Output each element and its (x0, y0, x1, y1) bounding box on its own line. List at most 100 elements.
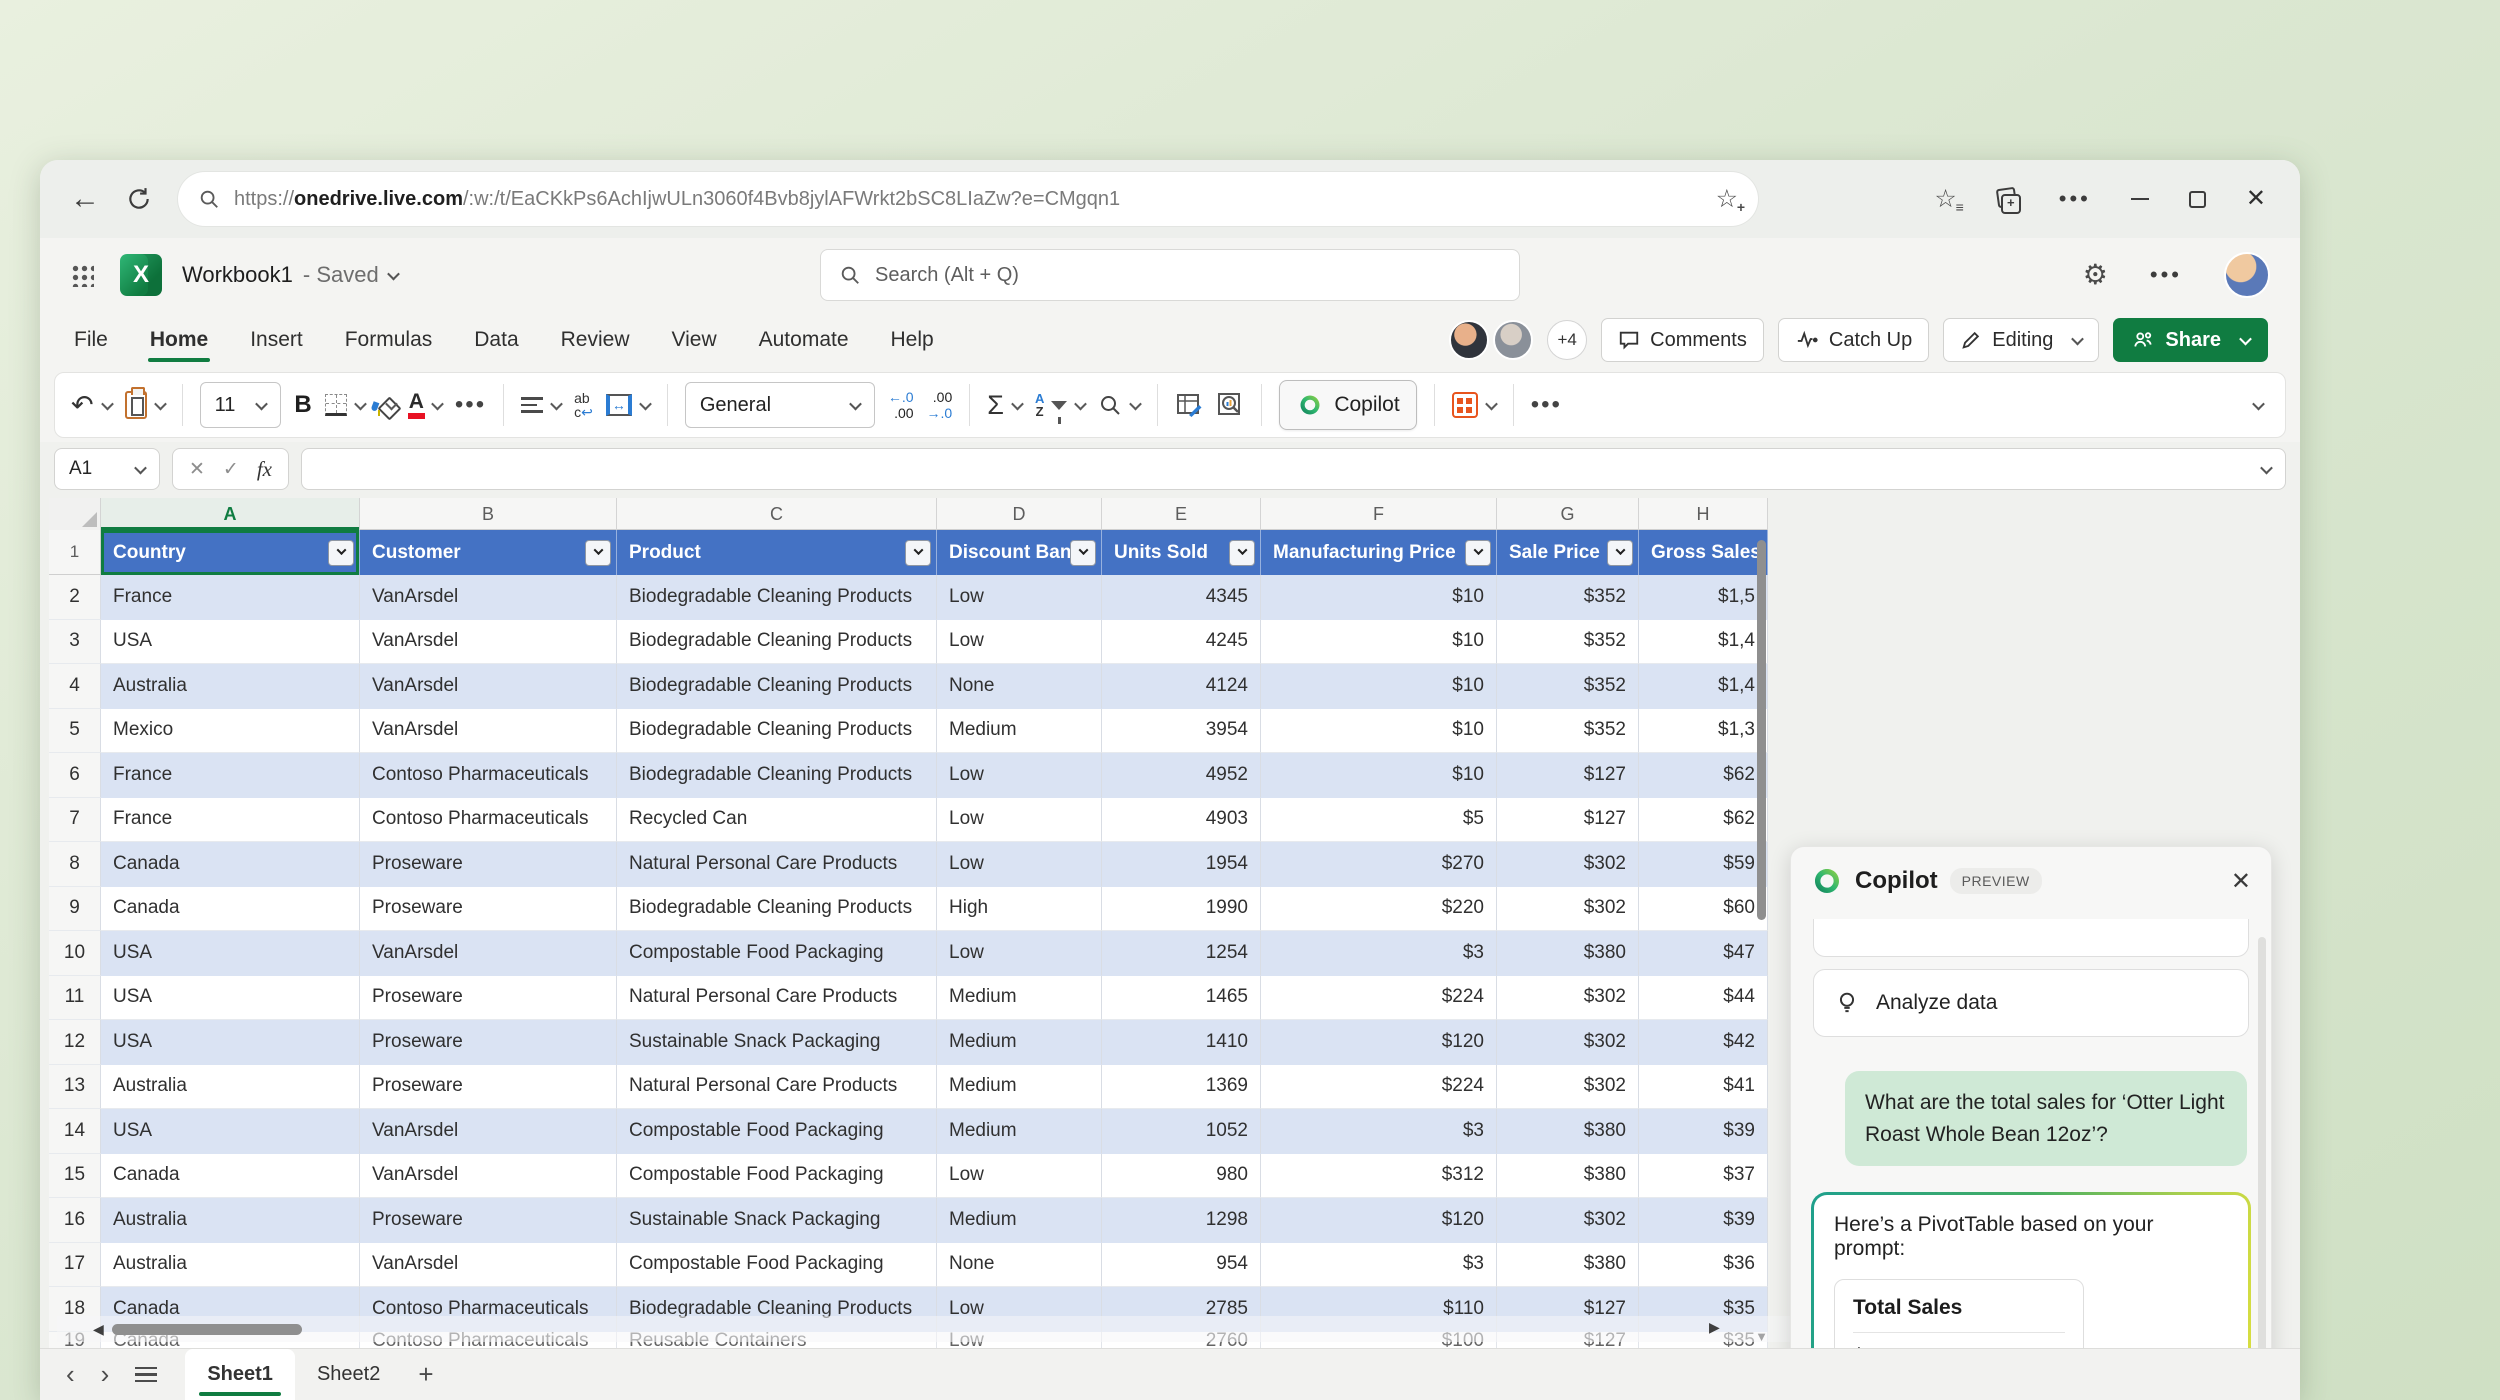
cell-9-e[interactable]: 1990 (1102, 886, 1261, 931)
more-font-options-button[interactable]: ••• (455, 391, 486, 419)
bold-button[interactable]: B (294, 391, 311, 419)
cell-10-e[interactable]: 1254 (1102, 931, 1261, 976)
cell-12-c[interactable]: Sustainable Snack Packaging (617, 1020, 937, 1065)
cell-7-f[interactable]: $5 (1261, 797, 1497, 842)
menu-tab-data[interactable]: Data (472, 318, 520, 362)
name-box[interactable]: A1 (54, 448, 160, 490)
cell-8-a[interactable]: Canada (101, 842, 360, 887)
fill-color-button[interactable] (377, 397, 398, 416)
cell-15-e[interactable]: 980 (1102, 1153, 1261, 1198)
cell-9-d[interactable]: High (937, 886, 1102, 931)
bookmark-add-icon[interactable]: ☆ + (1716, 186, 1745, 214)
cell-14-e[interactable]: 1052 (1102, 1109, 1261, 1154)
wrap-text-button[interactable]: ab c↩ (574, 391, 593, 419)
cell-5-b[interactable]: VanArsdel (360, 708, 617, 753)
filter-icon[interactable] (905, 539, 931, 566)
column-header-h[interactable]: H (1639, 498, 1768, 530)
cell-14-b[interactable]: VanArsdel (360, 1109, 617, 1154)
cell-6-h[interactable]: $62 (1639, 753, 1768, 798)
cell-17-e[interactable]: 954 (1102, 1242, 1261, 1287)
column-header-a[interactable]: A (101, 498, 360, 530)
cell-11-e[interactable]: 1465 (1102, 975, 1261, 1020)
collections-icon[interactable] (1997, 188, 2021, 214)
table-header-product[interactable]: Product (617, 530, 937, 575)
filter-icon[interactable] (1607, 539, 1633, 566)
cell-4-h[interactable]: $1,4 (1639, 664, 1768, 709)
cell-2-d[interactable]: Low (937, 575, 1102, 620)
cell-15-b[interactable]: VanArsdel (360, 1153, 617, 1198)
analyze-data-button[interactable] (1216, 391, 1244, 419)
cell-13-a[interactable]: Australia (101, 1064, 360, 1109)
editing-mode-button[interactable]: Editing (1943, 318, 2100, 362)
font-color-button[interactable]: A (407, 391, 444, 419)
cell-2-g[interactable]: $352 (1497, 575, 1639, 620)
menu-tab-review[interactable]: Review (559, 318, 632, 362)
table-header-country[interactable]: Country (101, 530, 360, 575)
cell-8-c[interactable]: Natural Personal Care Products (617, 842, 937, 887)
cell-17-g[interactable]: $380 (1497, 1242, 1639, 1287)
row-number[interactable]: 15 (49, 1153, 101, 1198)
row-number[interactable]: 6 (49, 753, 101, 798)
cell-4-d[interactable]: None (937, 664, 1102, 709)
scroll-right-icon[interactable]: ▶ (1709, 1319, 1720, 1336)
cell-11-f[interactable]: $224 (1261, 975, 1497, 1020)
vertical-scrollbar[interactable]: ▼ (1755, 532, 1768, 1348)
row-number[interactable]: 1 (49, 530, 101, 575)
cell-16-g[interactable]: $302 (1497, 1198, 1639, 1243)
row-number[interactable]: 11 (49, 975, 101, 1020)
cell-10-a[interactable]: USA (101, 931, 360, 976)
title-chevron-icon[interactable] (386, 267, 400, 280)
menu-tab-view[interactable]: View (669, 318, 718, 362)
cell-8-e[interactable]: 1954 (1102, 842, 1261, 887)
cell-10-b[interactable]: VanArsdel (360, 931, 617, 976)
autosum-button[interactable]: Σ (987, 391, 1024, 419)
cell-13-f[interactable]: $224 (1261, 1064, 1497, 1109)
cancel-entry-button[interactable]: ✕ (189, 458, 205, 481)
cell-15-f[interactable]: $312 (1261, 1153, 1497, 1198)
cell-5-g[interactable]: $352 (1497, 708, 1639, 753)
cell-15-g[interactable]: $380 (1497, 1153, 1639, 1198)
cell-14-f[interactable]: $3 (1261, 1109, 1497, 1154)
cell-13-b[interactable]: Proseware (360, 1064, 617, 1109)
cell-7-e[interactable]: 4903 (1102, 797, 1261, 842)
font-size-select[interactable]: 11 (199, 382, 282, 428)
add-sheet-button[interactable]: + (402, 1349, 449, 1400)
catch-up-button[interactable]: Catch Up (1777, 318, 1930, 362)
cell-7-g[interactable]: $127 (1497, 797, 1639, 842)
cell-15-a[interactable]: Canada (101, 1153, 360, 1198)
filter-icon[interactable] (1070, 539, 1096, 566)
row-number[interactable]: 10 (49, 931, 101, 976)
workbook-title[interactable]: Workbook1 (182, 262, 293, 288)
cell-3-c[interactable]: Biodegradable Cleaning Products (617, 619, 937, 664)
cell-10-g[interactable]: $380 (1497, 931, 1639, 976)
cell-9-g[interactable]: $302 (1497, 886, 1639, 931)
select-all-button[interactable] (49, 498, 101, 530)
filter-icon[interactable] (328, 539, 354, 566)
account-avatar[interactable] (2224, 252, 2270, 298)
cell-2-e[interactable]: 4345 (1102, 575, 1261, 620)
cell-5-f[interactable]: $10 (1261, 708, 1497, 753)
cell-11-b[interactable]: Proseware (360, 975, 617, 1020)
cell-3-e[interactable]: 4245 (1102, 619, 1261, 664)
row-number[interactable]: 7 (49, 797, 101, 842)
cell-15-h[interactable]: $37 (1639, 1153, 1768, 1198)
column-header-b[interactable]: B (360, 498, 617, 530)
cell-16-f[interactable]: $120 (1261, 1198, 1497, 1243)
merge-cells-button[interactable]: ↔ (605, 394, 652, 416)
cell-14-a[interactable]: USA (101, 1109, 360, 1154)
row-number[interactable]: 5 (49, 708, 101, 753)
cell-3-b[interactable]: VanArsdel (360, 619, 617, 664)
cell-17-f[interactable]: $3 (1261, 1242, 1497, 1287)
table-header-discount-band[interactable]: Discount Band (937, 530, 1102, 575)
sheet-tab-sheet2[interactable]: Sheet2 (295, 1349, 402, 1400)
cell-3-g[interactable]: $352 (1497, 619, 1639, 664)
close-button[interactable]: ✕ (2246, 187, 2266, 211)
table-header-sale-price[interactable]: Sale Price (1497, 530, 1639, 575)
cell-14-c[interactable]: Compostable Food Packaging (617, 1109, 937, 1154)
format-as-table-button[interactable] (1175, 391, 1203, 419)
ribbon-overflow-button[interactable]: ••• (1531, 391, 1562, 419)
find-button[interactable] (1098, 393, 1143, 417)
cell-13-c[interactable]: Natural Personal Care Products (617, 1064, 937, 1109)
table-header-units-sold[interactable]: Units Sold (1102, 530, 1261, 575)
all-sheets-icon[interactable] (135, 1366, 158, 1383)
